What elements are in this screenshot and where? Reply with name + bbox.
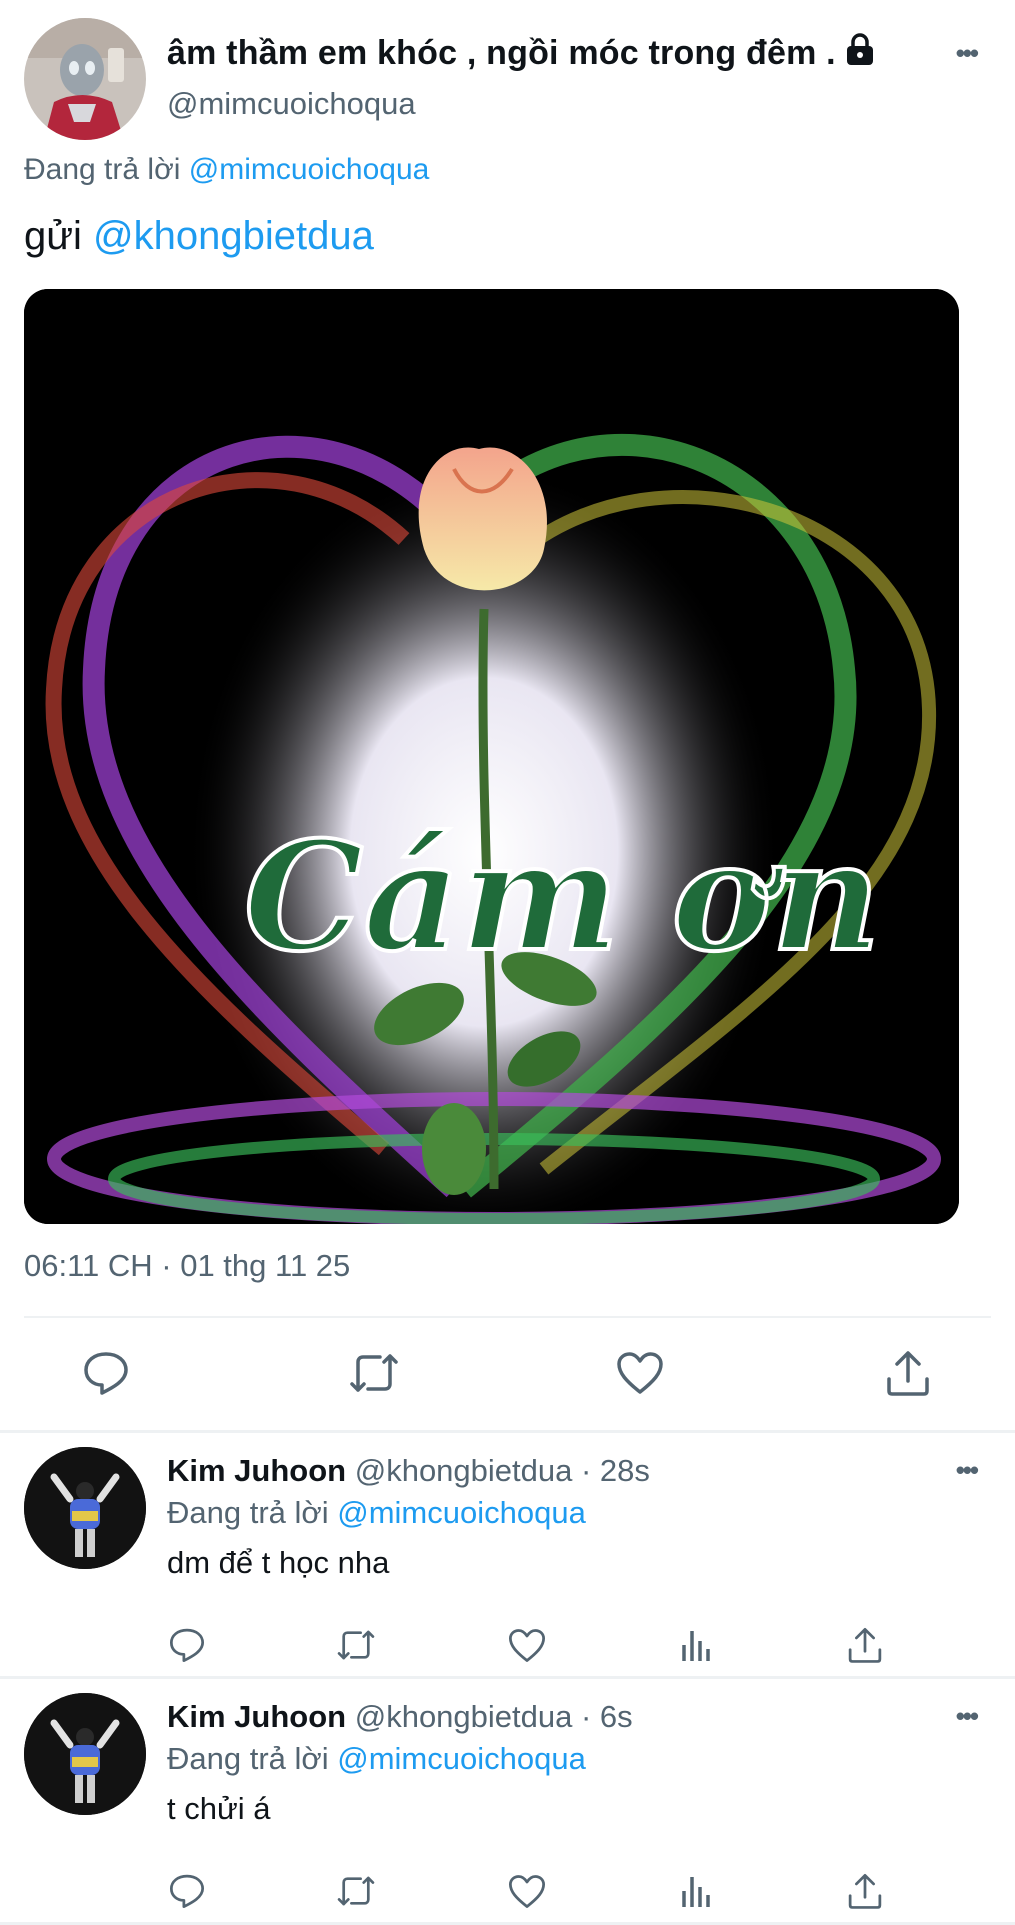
reply-actions <box>0 1869 1015 1913</box>
author-name[interactable]: âm thầm em khóc , ngồi móc trong đêm . <box>167 32 876 75</box>
replying-prefix: Đang trả lời <box>167 1495 329 1530</box>
reply-text: dm để t học nha <box>167 1545 390 1580</box>
replying-prefix: Đang trả lời <box>167 1741 329 1776</box>
replying-to-mention[interactable]: @mimcuoichoqua <box>337 1495 586 1530</box>
reply-header: Kim Juhoon @khongbietdua · 6s <box>167 1699 633 1735</box>
reply-icon[interactable] <box>165 1869 209 1913</box>
reply-icon[interactable] <box>165 1623 209 1667</box>
reply-tweet[interactable]: Kim Juhoon @khongbietdua · 6s ••• Đang t… <box>0 1679 1015 1925</box>
like-icon[interactable] <box>505 1869 549 1913</box>
reply-author-name[interactable]: Kim Juhoon <box>167 1453 346 1488</box>
divider <box>24 1316 991 1318</box>
reply-meta: @khongbietdua · 28s <box>354 1453 650 1488</box>
reply-header: Kim Juhoon @khongbietdua · 28s <box>167 1453 650 1489</box>
replying-to-mention[interactable]: @mimcuoichoqua <box>189 153 430 186</box>
reply-actions <box>0 1623 1015 1667</box>
share-icon[interactable] <box>843 1623 887 1667</box>
reply-avatar[interactable] <box>24 1447 146 1569</box>
reply-text: t chửi á <box>167 1791 271 1826</box>
tweet-text: gửi @khongbietdua <box>24 214 374 259</box>
main-tweet: âm thầm em khóc , ngồi móc trong đêm . @… <box>0 0 1015 1433</box>
like-icon[interactable] <box>505 1623 549 1667</box>
tweet-mention[interactable]: @khongbietdua <box>93 214 374 258</box>
retweet-icon[interactable] <box>334 1623 378 1667</box>
replying-to-mention[interactable]: @mimcuoichoqua <box>337 1741 586 1776</box>
media-overlay-text: Cám ơn <box>244 809 881 985</box>
retweet-icon[interactable] <box>334 1869 378 1913</box>
replying-prefix: Đang trả lời <box>24 153 181 186</box>
tweet-timestamp[interactable]: 06:11 CH · 01 thg 11 25 <box>24 1248 350 1284</box>
like-icon[interactable] <box>614 1347 666 1399</box>
author-avatar[interactable] <box>24 18 146 140</box>
reply-tweet[interactable]: Kim Juhoon @khongbietdua · 28s ••• Đang … <box>0 1433 1015 1679</box>
author-handle[interactable]: @mimcuoichoqua <box>167 86 416 122</box>
replying-to-line: Đang trả lời @mimcuoichoqua <box>167 1741 586 1777</box>
share-icon[interactable] <box>882 1347 934 1399</box>
lock-icon <box>844 32 876 75</box>
share-icon[interactable] <box>843 1869 887 1913</box>
more-icon[interactable]: ••• <box>956 1701 979 1732</box>
replying-to-line: Đang trả lời @mimcuoichoqua <box>167 1495 586 1531</box>
analytics-icon[interactable] <box>674 1869 718 1913</box>
reply-avatar[interactable] <box>24 1693 146 1815</box>
more-icon[interactable]: ••• <box>956 1455 979 1486</box>
more-icon[interactable]: ••• <box>956 38 979 69</box>
reply-icon[interactable] <box>80 1347 132 1399</box>
retweet-icon[interactable] <box>348 1347 400 1399</box>
reply-author-name[interactable]: Kim Juhoon <box>167 1699 346 1734</box>
tweet-text-prefix: gửi <box>24 214 82 258</box>
replying-to-line: Đang trả lời @mimcuoichoqua <box>24 153 429 187</box>
tweet-actions <box>0 1347 1015 1399</box>
analytics-icon[interactable] <box>674 1623 718 1667</box>
reply-meta: @khongbietdua · 6s <box>354 1699 633 1734</box>
tweet-media[interactable]: Cám ơn <box>24 289 959 1224</box>
